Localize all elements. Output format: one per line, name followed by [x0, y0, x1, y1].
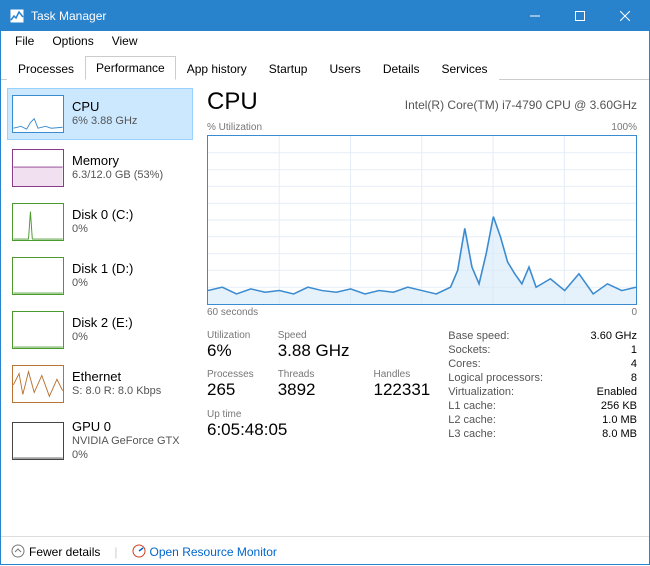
sidebar-item-sub: 0%: [72, 331, 133, 345]
uptime-block: Up time6:05:48:05: [207, 409, 430, 440]
titlebar[interactable]: Task Manager: [1, 1, 649, 31]
menu-options[interactable]: Options: [44, 32, 101, 50]
sidebar-item-sub: 6% 3.88 GHz: [72, 115, 137, 129]
sidebar-item-title: GPU 0: [72, 419, 188, 435]
spec-key: Virtualization:: [448, 386, 561, 398]
stat-label: Speed: [278, 330, 350, 341]
tab-bar: Processes Performance App history Startu…: [1, 51, 649, 80]
sidebar-item-sub: NVIDIA GeForce GTX 0%: [72, 435, 188, 463]
main-title: CPU: [207, 88, 258, 116]
footer: Fewer details | Open Resource Monitor: [1, 536, 649, 566]
menu-view[interactable]: View: [104, 32, 146, 50]
stat-value: 6%: [207, 341, 254, 361]
sidebar-item-disk-2-e-[interactable]: Disk 2 (E:)0%: [7, 304, 193, 356]
maximize-button[interactable]: [557, 1, 602, 31]
sidebar: CPU6% 3.88 GHzMemory6.3/12.0 GB (53%)Dis…: [1, 80, 199, 536]
spec-key: L1 cache:: [448, 400, 561, 412]
sidebar-item-ethernet[interactable]: EthernetS: 8.0 R: 8.0 Kbps: [7, 358, 193, 410]
tab-processes[interactable]: Processes: [7, 57, 85, 80]
close-button[interactable]: [602, 1, 647, 31]
resource-monitor-icon: [132, 544, 146, 558]
thumb-chart: [12, 149, 64, 187]
tab-startup[interactable]: Startup: [258, 57, 319, 80]
stat-block: Utilization6%: [207, 330, 254, 361]
stats-right: Base speed: 3.60 GHz Sockets: 1 Cores: 4 Logic…: [448, 330, 637, 440]
sidebar-item-gpu-0[interactable]: GPU 0NVIDIA GeForce GTX 0%: [7, 412, 193, 470]
sidebar-item-sub: 0%: [72, 223, 133, 237]
sidebar-item-sub: S: 8.0 R: 8.0 Kbps: [72, 385, 161, 399]
chart-bottom-right-label: 0: [631, 307, 637, 318]
open-resource-monitor-link[interactable]: Open Resource Monitor: [132, 544, 277, 559]
spec-key: Base speed:: [448, 330, 561, 342]
thumb-chart: [12, 365, 64, 403]
thumb-chart: [12, 203, 64, 241]
sidebar-item-title: Disk 0 (C:): [72, 207, 133, 223]
spec-value: 1: [573, 344, 637, 356]
sidebar-item-disk-1-d-[interactable]: Disk 1 (D:)0%: [7, 250, 193, 302]
stat-value: 122331: [374, 380, 431, 400]
stat-label: Processes: [207, 369, 254, 380]
stat-block: Processes265: [207, 369, 254, 400]
sidebar-item-title: CPU: [72, 99, 137, 115]
tab-details[interactable]: Details: [372, 57, 431, 80]
stat-value: 6:05:48:05: [207, 420, 430, 440]
stat-value: 265: [207, 380, 254, 400]
utilization-chart: [207, 135, 637, 305]
sidebar-item-title: Disk 1 (D:): [72, 261, 133, 277]
stats-left: Utilization6% Speed3.88 GHz Processes265 Th…: [207, 330, 430, 440]
stat-value: 3892: [278, 380, 350, 400]
tab-app-history[interactable]: App history: [176, 57, 258, 80]
sidebar-item-disk-0-c-[interactable]: Disk 0 (C:)0%: [7, 196, 193, 248]
sidebar-item-sub: 0%: [72, 277, 133, 291]
chart-top-right-label: 100%: [611, 122, 637, 133]
spec-key: Sockets:: [448, 344, 561, 356]
main-panel: CPU Intel(R) Core(TM) i7-4790 CPU @ 3.60…: [199, 80, 649, 536]
stat-label: Threads: [278, 369, 350, 380]
spec-value: 256 KB: [573, 400, 637, 412]
chevron-up-icon: [11, 544, 25, 558]
taskmgr-icon: [9, 8, 25, 24]
thumb-chart: [12, 257, 64, 295]
menubar: File Options View: [1, 31, 649, 51]
thumb-chart: [12, 422, 64, 460]
stat-label: Handles: [374, 369, 431, 380]
spec-value: 4: [573, 358, 637, 370]
stat-label: Up time: [207, 409, 430, 420]
minimize-button[interactable]: [512, 1, 557, 31]
spec-value: 1.0 MB: [573, 414, 637, 426]
spec-value: 3.60 GHz: [573, 330, 637, 342]
tab-users[interactable]: Users: [318, 57, 371, 80]
sidebar-item-sub: 6.3/12.0 GB (53%): [72, 169, 163, 183]
spec-key: L2 cache:: [448, 414, 561, 426]
sidebar-item-cpu[interactable]: CPU6% 3.88 GHz: [7, 88, 193, 140]
sidebar-item-memory[interactable]: Memory6.3/12.0 GB (53%): [7, 142, 193, 194]
spec-key: Logical processors:: [448, 372, 561, 384]
thumb-chart: [12, 311, 64, 349]
cpu-model: Intel(R) Core(TM) i7-4790 CPU @ 3.60GHz: [405, 98, 637, 112]
spec-key: Cores:: [448, 358, 561, 370]
chart-top-left-label: % Utilization: [207, 122, 262, 133]
window-title: Task Manager: [31, 9, 512, 23]
sidebar-item-title: Memory: [72, 153, 163, 169]
tab-services[interactable]: Services: [431, 57, 499, 80]
spec-key: L3 cache:: [448, 428, 561, 440]
stat-label: Utilization: [207, 330, 254, 341]
thumb-chart: [12, 95, 64, 133]
spec-value: 8: [573, 372, 637, 384]
stat-block: Threads3892: [278, 369, 350, 400]
stat-block: Handles122331: [374, 369, 431, 400]
stat-block: Speed3.88 GHz: [278, 330, 350, 361]
sidebar-item-title: Ethernet: [72, 369, 161, 385]
stat-value: 3.88 GHz: [278, 341, 350, 361]
spec-value: 8.0 MB: [573, 428, 637, 440]
menu-file[interactable]: File: [7, 32, 42, 50]
tab-performance[interactable]: Performance: [85, 56, 176, 80]
chart-bottom-left-label: 60 seconds: [207, 307, 258, 318]
spec-value: Enabled: [573, 386, 637, 398]
fewer-details-button[interactable]: Fewer details: [11, 544, 100, 559]
sidebar-item-title: Disk 2 (E:): [72, 315, 133, 331]
